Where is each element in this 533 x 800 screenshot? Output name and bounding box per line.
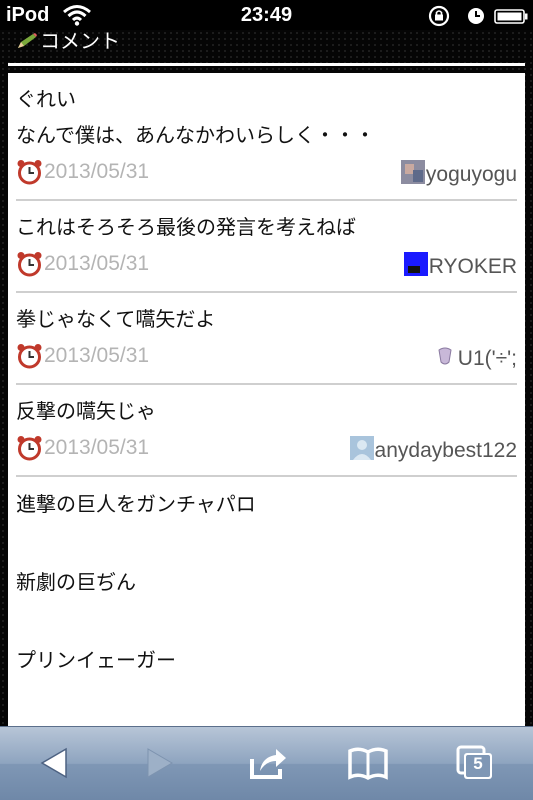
alarm-clock-icon <box>17 436 42 461</box>
comment-meta: 2013/05/31 U1('÷'; <box>16 337 517 383</box>
share-icon[interactable] <box>246 743 290 783</box>
comment-item: 反撃の嚆矢じゃ 2013/05/31 anydaybest122 <box>16 385 517 477</box>
clock-time: 23:49 <box>240 4 293 26</box>
comment-line: これはそろそろ最後の発言を考えねば <box>16 215 356 239</box>
comment-text: ぐれい なんで僕は、あんなかわいらしく・・・ <box>16 73 517 153</box>
section-title: コメント <box>40 30 120 53</box>
alarm-clock-icon <box>17 160 42 185</box>
rotation-lock-icon <box>428 5 450 27</box>
comment-list: ぐれい なんで僕は、あんなかわいらしく・・・ 2013/05/31 yoguyo… <box>8 73 525 726</box>
comment-date: 2013/05/31 <box>44 252 150 275</box>
bookmarks-icon[interactable] <box>346 743 390 783</box>
comment-user[interactable]: U1('÷'; <box>432 344 517 371</box>
user-name[interactable]: anydaybest122 <box>375 439 517 462</box>
comment-line-blank <box>16 601 517 641</box>
default-avatar-icon <box>349 436 374 460</box>
comment-user[interactable]: RYOKER <box>403 252 517 279</box>
comment-item: ぐれい なんで僕は、あんなかわいらしく・・・ 2013/05/31 yoguyo… <box>16 73 517 201</box>
user-name[interactable]: U1('÷'; <box>458 347 517 370</box>
comment-line: 進撃の巨人をガンチャパロ <box>16 492 256 516</box>
tabs-button[interactable]: 5 <box>452 743 496 783</box>
safari-toolbar: 5 <box>0 726 533 800</box>
comment-meta: 2013/05/31 anydaybest122 <box>16 429 517 475</box>
comment-user[interactable]: anydaybest122 <box>349 436 517 463</box>
user-avatar-icon <box>432 344 457 368</box>
alarm-icon <box>468 8 484 24</box>
status-bar: iPod 23:49 <box>0 0 533 30</box>
web-page[interactable]: コメント ぐれい なんで僕は、あんなかわいらしく・・・ 2013/05/31 y <box>0 30 533 726</box>
comment-text: 進撃の巨人をガンチャパロ 新劇の巨ぢん プリンイェーガー <box>16 477 517 679</box>
comment-text: 反撃の嚆矢じゃ <box>16 385 517 429</box>
comment-meta: 2013/05/31 yoguyogu <box>16 153 517 199</box>
comment-meta: 2013/05/31 RYOKER <box>16 245 517 291</box>
comment-date: 2013/05/31 <box>44 160 150 183</box>
alarm-clock-icon <box>17 344 42 369</box>
user-avatar-icon <box>400 160 425 184</box>
comment-line: ぐれい <box>16 87 76 111</box>
pencil-icon <box>18 33 37 48</box>
comment-line: 新劇の巨ぢん <box>16 570 136 594</box>
back-arrow-icon[interactable] <box>34 743 78 783</box>
alarm-clock-icon <box>17 252 42 277</box>
comment-text: これはそろそろ最後の発言を考えねば <box>16 201 517 245</box>
comment-item: 進撃の巨人をガンチャパロ 新劇の巨ぢん プリンイェーガー <box>16 477 517 679</box>
comment-date: 2013/05/31 <box>44 436 150 459</box>
user-avatar-icon <box>403 252 428 276</box>
battery-icon <box>494 9 528 24</box>
comment-user[interactable]: yoguyogu <box>400 160 517 187</box>
comment-line-blank <box>16 523 517 563</box>
comment-line: なんで僕は、あんなかわいらしく・・・ <box>16 123 375 147</box>
user-name[interactable]: RYOKER <box>429 255 517 278</box>
comment-line: プリンイェーガー <box>16 648 176 672</box>
comment-line: 拳じゃなくて嚆矢だよ <box>16 307 216 331</box>
comment-text: 拳じゃなくて嚆矢だよ <box>16 293 517 337</box>
comment-section-header: コメント <box>8 30 525 58</box>
tab-count: 5 <box>473 754 483 773</box>
comment-date: 2013/05/31 <box>44 344 150 367</box>
header-divider <box>8 63 525 66</box>
comment-line: 反撃の嚆矢じゃ <box>16 399 156 423</box>
forward-arrow-icon[interactable] <box>136 743 180 783</box>
comment-item: 拳じゃなくて嚆矢だよ 2013/05/31 U1('÷'; <box>16 293 517 385</box>
comment-item: これはそろそろ最後の発言を考えねば 2013/05/31 RYOKER <box>16 201 517 293</box>
user-name[interactable]: yoguyogu <box>426 163 517 186</box>
